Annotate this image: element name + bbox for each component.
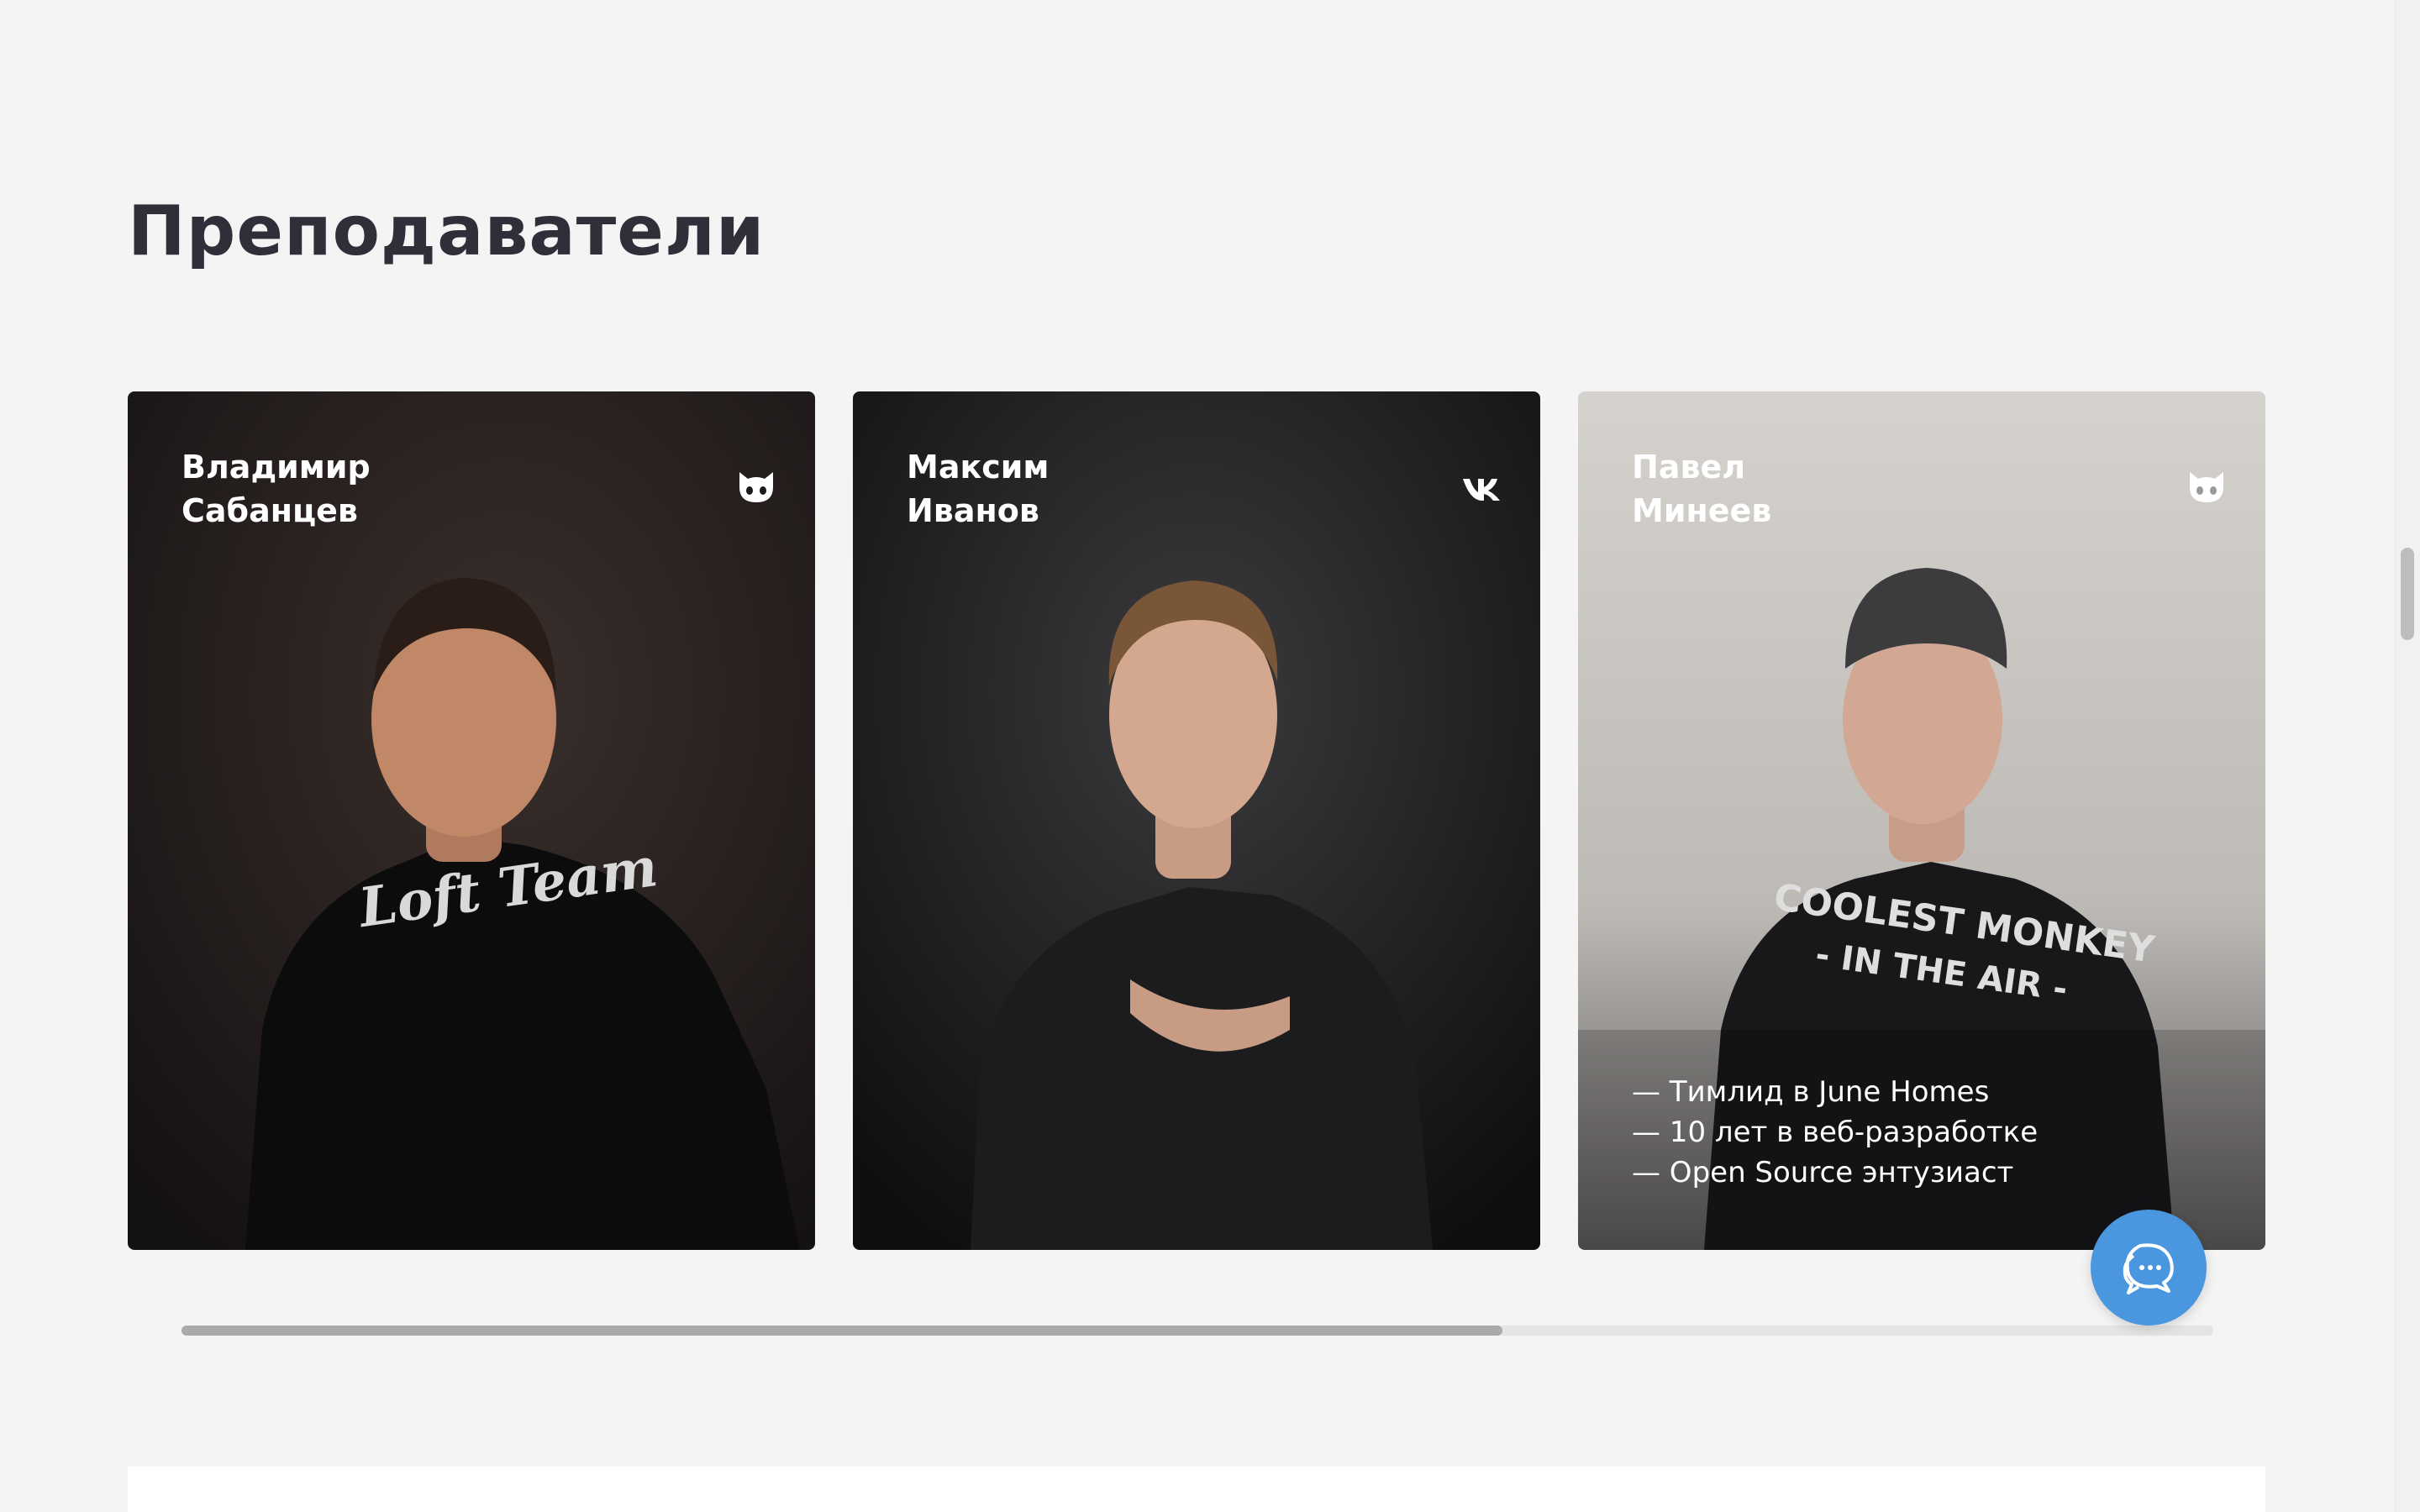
teacher-name: Максим Иванов	[907, 445, 1049, 533]
teacher-first-name: Максим	[907, 449, 1050, 486]
teacher-card[interactable]: Loft Team Владимир Сабанцев	[128, 391, 815, 1250]
teachers-carousel[interactable]: Loft Team Владимир Сабанцев Максим Ивано…	[128, 391, 2265, 1250]
teacher-first-name: Павел	[1632, 449, 1746, 486]
github-icon[interactable]	[2186, 469, 2227, 504]
teacher-last-name: Иванов	[907, 492, 1039, 529]
chat-button[interactable]	[2091, 1210, 2207, 1326]
carousel-scroll-thumb[interactable]	[182, 1326, 1502, 1336]
teacher-name: Владимир Сабанцев	[182, 445, 371, 533]
teacher-card[interactable]: Максим Иванов	[853, 391, 1540, 1250]
teacher-name: Павел Минеев	[1632, 445, 1771, 533]
teacher-card[interactable]: COOLEST MONKEY - IN THE AIR - Павел Мине…	[1578, 391, 2265, 1250]
github-icon[interactable]	[736, 469, 776, 504]
chat-bubbles-icon	[2123, 1243, 2174, 1294]
section-title: Преподаватели	[128, 192, 765, 271]
teacher-fact: — Open Source энтузиаст	[1632, 1156, 2014, 1189]
teacher-last-name: Минеев	[1632, 492, 1772, 529]
teacher-last-name: Сабанцев	[182, 492, 358, 529]
carousel-scrollbar[interactable]	[182, 1326, 2213, 1336]
page-scrollbar[interactable]	[2395, 0, 2420, 1512]
teacher-first-name: Владимир	[182, 449, 371, 486]
page-scrollbar-thumb[interactable]	[2401, 548, 2414, 640]
teacher-fact: — Тимлид в June Homes	[1632, 1075, 1990, 1109]
teacher-fact: — 10 лет в веб-разработке	[1632, 1116, 2039, 1149]
vk-icon[interactable]	[1461, 469, 1502, 504]
page: Преподаватели Loft Team Владимир Сабанце…	[0, 0, 2420, 1512]
next-section	[128, 1467, 2265, 1512]
teacher-facts: — Тимлид в June Homes — 10 лет в веб-раз…	[1632, 1072, 2038, 1193]
